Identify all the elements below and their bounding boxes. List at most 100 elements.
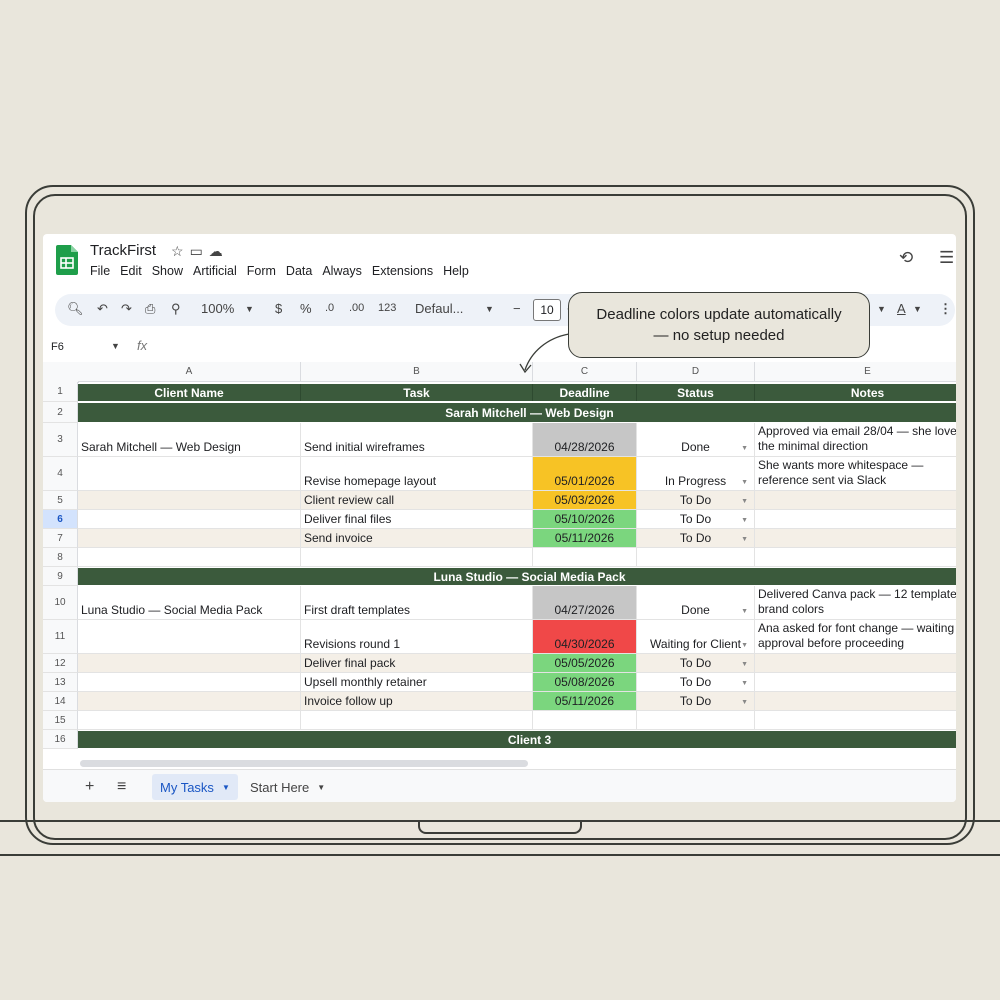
chevron-down-icon[interactable]: ▼ [913,304,922,314]
client-name-cell[interactable] [78,457,301,491]
notes-cell[interactable] [755,529,956,548]
header-cell-client-name[interactable]: Client Name [78,384,301,401]
font-size-input[interactable]: 10 [533,299,561,321]
row-number-16[interactable]: 16 [43,730,78,749]
deadline-cell[interactable]: 05/10/2026 [533,510,637,529]
number-format-button[interactable]: 123 [378,302,396,314]
row-number-12[interactable]: 12 [43,654,78,673]
row-number-4[interactable]: 4 [43,457,78,491]
task-cell[interactable]: Deliver final pack [301,654,533,673]
chevron-down-icon[interactable]: ▼ [741,498,748,505]
status-dropdown[interactable]: To Do ▼ [637,673,755,692]
empty-cell[interactable] [301,548,533,567]
menu-data[interactable]: Data [286,264,312,278]
task-cell[interactable]: Invoice follow up [301,692,533,711]
chevron-down-icon[interactable]: ▼ [741,642,748,649]
text-color-icon[interactable]: A [897,301,906,316]
deadline-cell[interactable]: 05/01/2026 [533,457,637,491]
document-title[interactable]: TrackFirst [90,242,156,259]
client-name-cell[interactable]: Luna Studio — Social Media Pack [78,586,301,620]
row-number-1[interactable]: 1 [43,382,78,402]
task-cell[interactable]: Revisions round 1 [301,620,533,654]
menu-show[interactable]: Show [152,264,183,278]
empty-cell[interactable] [637,548,755,567]
print-icon[interactable]: ⎙ [145,301,155,317]
notes-cell[interactable] [755,510,956,529]
notes-cell[interactable] [755,491,956,510]
deadline-cell[interactable]: 05/11/2026 [533,529,637,548]
row-number-8[interactable]: 8 [43,548,78,567]
row-number-10[interactable]: 10 [43,586,78,620]
folder-icon[interactable]: ▭ [190,243,209,259]
menu-form[interactable]: Form [247,264,276,278]
row-number-9[interactable]: 9 [43,567,78,586]
increase-decimal-button[interactable]: .00 [349,302,364,314]
group-header-row[interactable]: Sarah Mitchell — Web Design [78,403,956,422]
group-header-row[interactable]: Client 3 [78,731,956,748]
history-icon[interactable]: ⟲ [899,248,913,268]
decrease-decimal-button[interactable]: .0 [325,302,334,314]
status-dropdown[interactable]: To Do ▼ [637,654,755,673]
deadline-cell[interactable]: 04/30/2026 [533,620,637,654]
percent-format-button[interactable]: % [300,301,312,316]
font-select[interactable]: Defaul... [415,301,463,316]
chevron-down-icon[interactable]: ▼ [741,445,748,452]
client-name-cell[interactable] [78,491,301,510]
column-header-d[interactable]: D [637,362,755,382]
chevron-down-icon[interactable]: ▼ [741,699,748,706]
deadline-cell[interactable]: 04/28/2026 [533,423,637,457]
header-cell-notes[interactable]: Notes [755,384,956,401]
comments-icon[interactable]: ☰ [939,248,954,268]
empty-cell[interactable] [637,711,755,730]
menu-extensions[interactable]: Extensions [372,264,433,278]
menu-help[interactable]: Help [443,264,469,278]
empty-cell[interactable] [78,711,301,730]
row-number-7[interactable]: 7 [43,529,78,548]
chevron-down-icon[interactable]: ▼ [741,680,748,687]
row-number-13[interactable]: 13 [43,673,78,692]
chevron-down-icon[interactable]: ▼ [111,341,120,351]
chevron-down-icon[interactable]: ▼ [317,783,325,792]
notes-cell[interactable] [755,692,956,711]
deadline-cell[interactable]: 05/05/2026 [533,654,637,673]
header-cell-deadline[interactable]: Deadline [533,384,637,401]
redo-icon[interactable]: ↷ [121,301,132,317]
empty-cell[interactable] [533,548,637,567]
select-all-corner[interactable] [43,362,79,383]
chevron-down-icon[interactable]: ▼ [741,536,748,543]
task-cell[interactable]: Deliver final files [301,510,533,529]
tab-my-tasks[interactable]: My Tasks ▼ [152,774,238,800]
font-size-decrease-button[interactable]: − [513,301,521,316]
horizontal-scrollbar[interactable] [80,760,528,767]
tab-start-here[interactable]: Start Here ▼ [242,774,333,800]
status-dropdown[interactable]: To Do ▼ [637,491,755,510]
row-number-2[interactable]: 2 [43,402,78,423]
empty-cell[interactable] [755,548,956,567]
sheets-logo-icon[interactable] [56,245,78,275]
chevron-down-icon[interactable]: ▼ [245,304,254,314]
status-dropdown[interactable]: In Progress ▼ [637,457,755,491]
add-sheet-icon[interactable]: + [85,778,94,796]
column-header-a[interactable]: A [78,362,301,382]
row-number-5[interactable]: 5 [43,491,78,510]
header-cell-task[interactable]: Task [301,384,533,401]
task-cell[interactable]: Upsell monthly retainer [301,673,533,692]
menu-edit[interactable]: Edit [120,264,142,278]
task-cell[interactable]: Send initial wireframes [301,423,533,457]
paint-format-icon[interactable]: ⚲ [171,301,181,317]
status-dropdown[interactable]: To Do ▼ [637,510,755,529]
row-number-6[interactable]: 6 [43,510,78,529]
chevron-down-icon[interactable]: ▼ [741,608,748,615]
row-number-11[interactable]: 11 [43,620,78,654]
sheets-list-icon[interactable]: ≡ [117,778,126,796]
deadline-cell[interactable]: 05/11/2026 [533,692,637,711]
notes-cell[interactable]: Delivered Canva pack — 12 templates in b… [755,586,956,620]
client-name-cell[interactable] [78,529,301,548]
menu-always[interactable]: Always [322,264,362,278]
column-header-e[interactable]: E [755,362,956,382]
client-name-cell[interactable] [78,620,301,654]
chevron-down-icon[interactable]: ▼ [877,304,886,314]
row-number-3[interactable]: 3 [43,423,78,457]
more-icon[interactable]: ⋮ [939,301,952,317]
chevron-down-icon[interactable]: ▼ [741,517,748,524]
